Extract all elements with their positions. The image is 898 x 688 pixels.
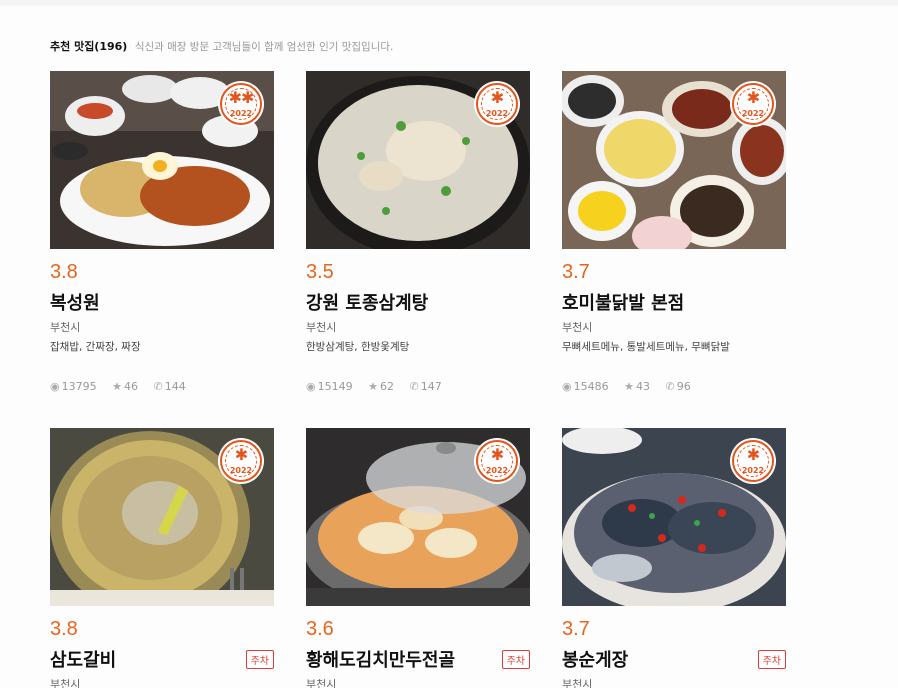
rating: 3.8 (50, 261, 78, 283)
restaurant-name[interactable]: 강원 토종삼계탕 (306, 289, 428, 315)
restaurant-name[interactable]: 봉순게장 (562, 646, 628, 672)
view-count: 15149 (317, 380, 353, 393)
award-badge: ✱ 2022 (732, 83, 774, 125)
restaurant-stats: ◉ 13795 ★ 46 ✆ 144 (50, 380, 198, 393)
view-count: 13795 (61, 380, 97, 393)
award-year: 2022 (741, 466, 765, 475)
award-mark-icon: ✱✱ (228, 88, 255, 107)
restaurant-stats: ◉ 15149 ★ 62 ✆ 147 (306, 380, 454, 393)
star-icon: ★ (368, 380, 378, 393)
restaurant-name[interactable]: 삼도갈비 (50, 646, 116, 672)
parking-badge: 주차 (757, 650, 786, 669)
page: 추천 맛집(196) 식신과 매장 방문 고객님들이 함께 엄선한 인기 맛집입… (0, 6, 898, 688)
call-count: 147 (420, 380, 442, 393)
section-title: 추천 맛집(196) (50, 40, 128, 53)
rating: 3.5 (306, 261, 334, 283)
food-photo[interactable]: ✱ 2022 (50, 428, 274, 606)
restaurant-name[interactable]: 복성원 (50, 289, 100, 315)
rating: 3.6 (306, 618, 334, 640)
restaurant-stats: ◉ 15486 ★ 43 ✆ 96 (562, 380, 703, 393)
section-description: 식신과 매장 방문 고객님들이 함께 엄선한 인기 맛집입니다. (134, 41, 394, 53)
award-badge: ✱ 2022 (476, 83, 518, 125)
food-photo[interactable]: ✱ 2022 (306, 428, 530, 606)
star-icon: ★ (112, 380, 122, 393)
phone-icon: ✆ (153, 380, 163, 393)
restaurant-name[interactable]: 황해도김치만두전골 (306, 646, 455, 672)
restaurant-city: 부천시 (306, 321, 337, 334)
star-icon: ★ (624, 380, 634, 393)
rating: 3.8 (50, 618, 78, 640)
restaurant-menu: 한방삼계탕, 한방옻계탕 (306, 341, 410, 353)
award-mark-icon: ✱ (490, 445, 504, 464)
parking-badge: 주차 (245, 650, 274, 669)
restaurant-menu: 무뼈세트메뉴, 통발세트메뉴, 무뼈닭발 (562, 341, 730, 353)
call-count: 144 (164, 380, 186, 393)
award-year: 2022 (741, 109, 765, 118)
restaurant-name[interactable]: 호미불닭발 본점 (562, 289, 684, 315)
restaurant-menu: 잡채밥, 간짜장, 짜장 (50, 341, 141, 353)
eye-icon: ◉ (306, 380, 316, 393)
rating: 3.7 (562, 261, 590, 283)
award-mark-icon: ✱ (490, 88, 504, 107)
award-mark-icon: ✱ (746, 445, 760, 464)
food-photo[interactable]: ✱✱ 2022 (50, 71, 274, 249)
restaurant-city: 부천시 (562, 678, 593, 688)
food-photo[interactable]: ✱ 2022 (562, 71, 786, 249)
restaurant-city: 부천시 (50, 321, 81, 334)
restaurant-city: 부천시 (50, 678, 81, 688)
award-year: 2022 (229, 466, 253, 475)
view-count: 15486 (573, 380, 609, 393)
food-photo[interactable]: ✱ 2022 (306, 71, 530, 249)
food-photo[interactable]: ✱ 2022 (562, 428, 786, 606)
phone-icon: ✆ (409, 380, 419, 393)
award-badge: ✱ 2022 (476, 440, 518, 482)
star-count: 43 (635, 380, 650, 393)
eye-icon: ◉ (562, 380, 572, 393)
rating: 3.7 (562, 618, 590, 640)
star-count: 62 (379, 380, 394, 393)
restaurant-city: 부천시 (562, 321, 593, 334)
restaurant-city: 부천시 (306, 678, 337, 688)
award-badge: ✱✱ 2022 (220, 83, 262, 125)
award-year: 2022 (229, 109, 253, 118)
award-badge: ✱ 2022 (732, 440, 774, 482)
phone-icon: ✆ (665, 380, 675, 393)
award-badge: ✱ 2022 (220, 440, 262, 482)
award-year: 2022 (485, 466, 509, 475)
call-count: 96 (676, 380, 691, 393)
eye-icon: ◉ (50, 380, 60, 393)
section-heading: 추천 맛집(196) 식신과 매장 방문 고객님들이 함께 엄선한 인기 맛집입… (50, 38, 393, 54)
parking-badge: 주차 (501, 650, 530, 669)
award-mark-icon: ✱ (234, 445, 248, 464)
award-mark-icon: ✱ (746, 88, 760, 107)
award-year: 2022 (485, 109, 509, 118)
star-count: 46 (123, 380, 138, 393)
